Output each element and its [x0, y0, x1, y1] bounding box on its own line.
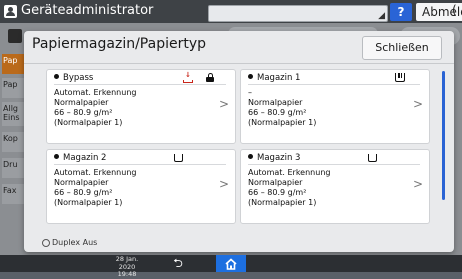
time-text: 19:48 [117, 270, 137, 278]
paper-type: Normalpapier [248, 98, 303, 107]
tray-name: Magazin 1 [248, 73, 300, 83]
detection-mode: Automat. Erkennung [248, 168, 331, 177]
bullet-icon [54, 154, 59, 159]
chevron-right-icon: > [218, 177, 229, 191]
paper-subtype: (Normalpapier 1) [54, 198, 123, 207]
divider [24, 63, 454, 64]
card-divider [54, 84, 226, 85]
duplex-icon [42, 239, 50, 247]
tray-name: Magazin 3 [248, 153, 300, 163]
user-icon [4, 5, 17, 18]
tray-card-magazin-3[interactable]: Magazin 3 Automat. Erkennung Normalpapie… [240, 149, 430, 224]
date-text: 28 Jan. 2020 [115, 255, 139, 271]
expand-corner-icon: ◢ [378, 11, 385, 21]
bullet-icon [248, 154, 253, 159]
card-divider [54, 164, 226, 165]
background-tab-paper-2: Pap [2, 78, 24, 98]
card-divider [248, 164, 420, 165]
dialog-title: Papiermagazin/Papiertyp [32, 36, 207, 52]
tray-card-magazin-2[interactable]: Magazin 2 Automat. Erkennung Normalpapie… [46, 149, 236, 224]
duplex-status: Duplex Aus [52, 238, 98, 247]
user-label: Geräteadministrator [21, 3, 154, 18]
paper-weight: 66 – 80.9 g/m² [248, 108, 307, 117]
tray-name: Magazin 2 [54, 153, 106, 163]
bullet-icon [248, 74, 253, 79]
lock-icon [206, 73, 214, 82]
chevron-right-icon: > [218, 97, 229, 111]
datetime: 28 Jan. 2020 19:48 [112, 255, 142, 279]
back-button[interactable]: ⮌ [166, 257, 190, 270]
paper-tray-dialog: Papiermagazin/Papiertyp Schließen Bypass… [24, 31, 454, 252]
background-tab-general: Allg Eins [2, 102, 24, 126]
paper-weight: 66 – 80.9 g/m² [248, 188, 307, 197]
help-button[interactable]: ? [390, 3, 412, 21]
back-arrow-icon: ⮌ [173, 256, 183, 270]
tray-empty-icon [174, 154, 183, 162]
tray-empty-icon [368, 154, 377, 162]
detection-mode: Automat. Erkennung [54, 168, 137, 177]
paper-type: Normalpapier [54, 178, 109, 187]
chevron-right-icon: > [412, 177, 423, 191]
paper-type: Normalpapier [248, 178, 303, 187]
paper-type: Normalpapier [54, 98, 109, 107]
bypass-tray-icon: ↓ [183, 72, 193, 83]
top-header-bar: Geräteadministrator ◢ ? Abmelden ( [0, 0, 462, 23]
power-icon[interactable]: ( [452, 4, 460, 17]
background-tab-print: Dru [2, 158, 24, 178]
tray-name: Bypass [54, 73, 93, 83]
paper-subtype: (Normalpapier 1) [248, 118, 317, 127]
bottom-bar: 28 Jan. 2020 19:48 ⮌ [0, 255, 462, 278]
scrollbar[interactable] [442, 71, 445, 200]
home-button[interactable] [216, 255, 246, 272]
close-button[interactable]: Schließen [362, 36, 442, 60]
tray-card-bypass[interactable]: Bypass ↓ Automat. Erkennung Normalpapier… [46, 69, 236, 144]
paper-subtype: (Normalpapier 1) [248, 198, 317, 207]
app-icon [8, 29, 22, 43]
tray-full-icon [395, 73, 405, 82]
home-icon [225, 258, 237, 270]
paper-weight: 66 – 80.9 g/m² [54, 188, 113, 197]
detection-mode: Automat. Erkennung [54, 88, 137, 97]
status-field[interactable]: ◢ [208, 5, 388, 22]
card-divider [248, 84, 420, 85]
paper-subtype: (Normalpapier 1) [54, 118, 123, 127]
background-tab-fax: Fax [2, 184, 24, 204]
chevron-right-icon: > [412, 97, 423, 111]
detection-mode: – [248, 88, 252, 97]
paper-weight: 66 – 80.9 g/m² [54, 108, 113, 117]
background-tab-paper: Pap [2, 54, 24, 74]
background-tab-copy: Kop [2, 132, 24, 152]
bullet-icon [54, 74, 59, 79]
tray-card-magazin-1[interactable]: Magazin 1 – Normalpapier 66 – 80.9 g/m² … [240, 69, 430, 144]
